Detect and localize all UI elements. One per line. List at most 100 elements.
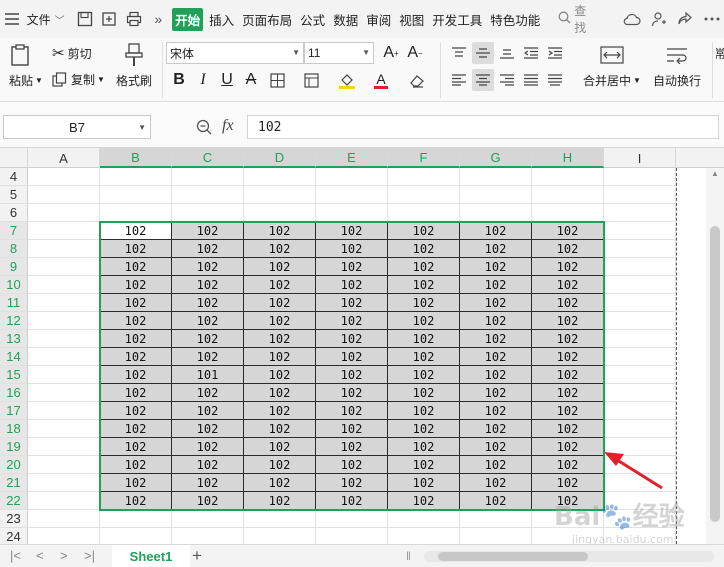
row-header-5[interactable]: 5: [0, 186, 28, 204]
horizontal-scroll-thumb[interactable]: [438, 552, 588, 561]
cell-c8[interactable]: 102: [172, 240, 244, 258]
cell-d13[interactable]: 102: [244, 330, 316, 348]
cell-c18[interactable]: 102: [172, 420, 244, 438]
row-header-12[interactable]: 12: [0, 312, 28, 330]
scroll-up-icon[interactable]: ▲: [711, 169, 719, 178]
cell-f22[interactable]: 102: [388, 492, 460, 510]
cell-e17[interactable]: 102: [316, 402, 388, 420]
cell-c19[interactable]: 102: [172, 438, 244, 456]
justify-icon[interactable]: [520, 69, 542, 91]
row-header-17[interactable]: 17: [0, 402, 28, 420]
cell-f14[interactable]: 102: [388, 348, 460, 366]
cell-e21[interactable]: 102: [316, 474, 388, 492]
last-sheet-icon[interactable]: >|: [84, 548, 95, 563]
cell-h14[interactable]: 102: [532, 348, 604, 366]
cell-g22[interactable]: 102: [460, 492, 532, 510]
cell-g20[interactable]: 102: [460, 456, 532, 474]
tab-data[interactable]: 数据: [331, 10, 360, 29]
user-add-icon[interactable]: [648, 8, 669, 30]
cell-f15[interactable]: 102: [388, 366, 460, 384]
prev-sheet-icon[interactable]: <: [36, 548, 44, 563]
cell-d19[interactable]: 102: [244, 438, 316, 456]
vertical-scroll-thumb[interactable]: [710, 226, 720, 522]
cell-b10[interactable]: 102: [100, 276, 172, 294]
decrease-indent-icon[interactable]: [520, 42, 542, 64]
sheet-tab-sheet1[interactable]: Sheet1: [112, 545, 190, 567]
row-header-16[interactable]: 16: [0, 384, 28, 402]
align-bottom-icon[interactable]: [496, 42, 518, 64]
align-center-icon[interactable]: [472, 69, 494, 91]
cell-h17[interactable]: 102: [532, 402, 604, 420]
column-header-b[interactable]: B: [100, 148, 172, 168]
fill-color-icon[interactable]: [336, 69, 358, 91]
cell-g16[interactable]: 102: [460, 384, 532, 402]
row-header-7[interactable]: 7: [0, 222, 28, 240]
more-toolbar-button[interactable]: »: [152, 11, 164, 27]
cell-f21[interactable]: 102: [388, 474, 460, 492]
column-header-h[interactable]: H: [532, 148, 604, 168]
cell-d8[interactable]: 102: [244, 240, 316, 258]
paste-button[interactable]: [6, 44, 34, 66]
cell-f18[interactable]: 102: [388, 420, 460, 438]
cell-b7[interactable]: 102: [100, 222, 172, 240]
cell-h8[interactable]: 102: [532, 240, 604, 258]
align-middle-icon[interactable]: [472, 42, 494, 64]
cell-e22[interactable]: 102: [316, 492, 388, 510]
cell-g7[interactable]: 102: [460, 222, 532, 240]
paste-label[interactable]: 粘贴 ▼: [6, 71, 46, 89]
tab-features[interactable]: 特色功能: [488, 10, 542, 29]
borders-icon[interactable]: [266, 69, 288, 91]
row-header-15[interactable]: 15: [0, 366, 28, 384]
cell-b16[interactable]: 102: [100, 384, 172, 402]
increase-font-icon[interactable]: A +: [380, 42, 402, 64]
cell-h12[interactable]: 102: [532, 312, 604, 330]
italic-icon[interactable]: I: [192, 69, 214, 91]
cell-b18[interactable]: 102: [100, 420, 172, 438]
cell-e15[interactable]: 102: [316, 366, 388, 384]
row-header-22[interactable]: 22: [0, 492, 28, 510]
tab-page-layout[interactable]: 页面布局: [240, 10, 294, 29]
function-icon[interactable]: fx: [222, 117, 234, 135]
vertical-scrollbar[interactable]: ▲: [706, 168, 724, 544]
name-box[interactable]: B7 ▼: [3, 115, 151, 139]
cell-c21[interactable]: 102: [172, 474, 244, 492]
corner-select-all[interactable]: [0, 148, 28, 168]
cell-h13[interactable]: 102: [532, 330, 604, 348]
cloud-sync-icon[interactable]: [622, 8, 643, 30]
clear-format-icon[interactable]: [406, 69, 428, 91]
cell-d14[interactable]: 102: [244, 348, 316, 366]
increase-indent-icon[interactable]: [544, 42, 566, 64]
cell-g8[interactable]: 102: [460, 240, 532, 258]
cell-h20[interactable]: 102: [532, 456, 604, 474]
add-sheet-button[interactable]: +: [192, 546, 202, 566]
tab-developer[interactable]: 开发工具: [430, 10, 484, 29]
copy-button[interactable]: 复制 ▼: [52, 70, 105, 88]
cell-c22[interactable]: 102: [172, 492, 244, 510]
cell-f8[interactable]: 102: [388, 240, 460, 258]
distribute-icon[interactable]: [544, 69, 566, 91]
cell-e11[interactable]: 102: [316, 294, 388, 312]
formula-input[interactable]: 102: [247, 115, 719, 139]
row-header-14[interactable]: 14: [0, 348, 28, 366]
next-sheet-icon[interactable]: >: [60, 548, 68, 563]
align-top-icon[interactable]: [448, 42, 470, 64]
tab-insert[interactable]: 插入: [207, 10, 236, 29]
cell-g19[interactable]: 102: [460, 438, 532, 456]
cell-g18[interactable]: 102: [460, 420, 532, 438]
cell-d21[interactable]: 102: [244, 474, 316, 492]
export-pdf-icon[interactable]: [99, 8, 120, 30]
search-box[interactable]: 查找: [558, 2, 595, 36]
save-icon[interactable]: [75, 8, 96, 30]
merge-cells-icon[interactable]: [300, 69, 322, 91]
cell-h11[interactable]: 102: [532, 294, 604, 312]
align-left-icon[interactable]: [448, 69, 470, 91]
cell-d9[interactable]: 102: [244, 258, 316, 276]
cell-d20[interactable]: 102: [244, 456, 316, 474]
cell-c12[interactable]: 102: [172, 312, 244, 330]
tab-start[interactable]: 开始: [172, 7, 204, 31]
split-handle-icon[interactable]: ‖: [406, 549, 411, 563]
font-name-select[interactable]: 宋体 ▼: [166, 42, 304, 64]
cell-c20[interactable]: 102: [172, 456, 244, 474]
row-header-21[interactable]: 21: [0, 474, 28, 492]
cell-e20[interactable]: 102: [316, 456, 388, 474]
